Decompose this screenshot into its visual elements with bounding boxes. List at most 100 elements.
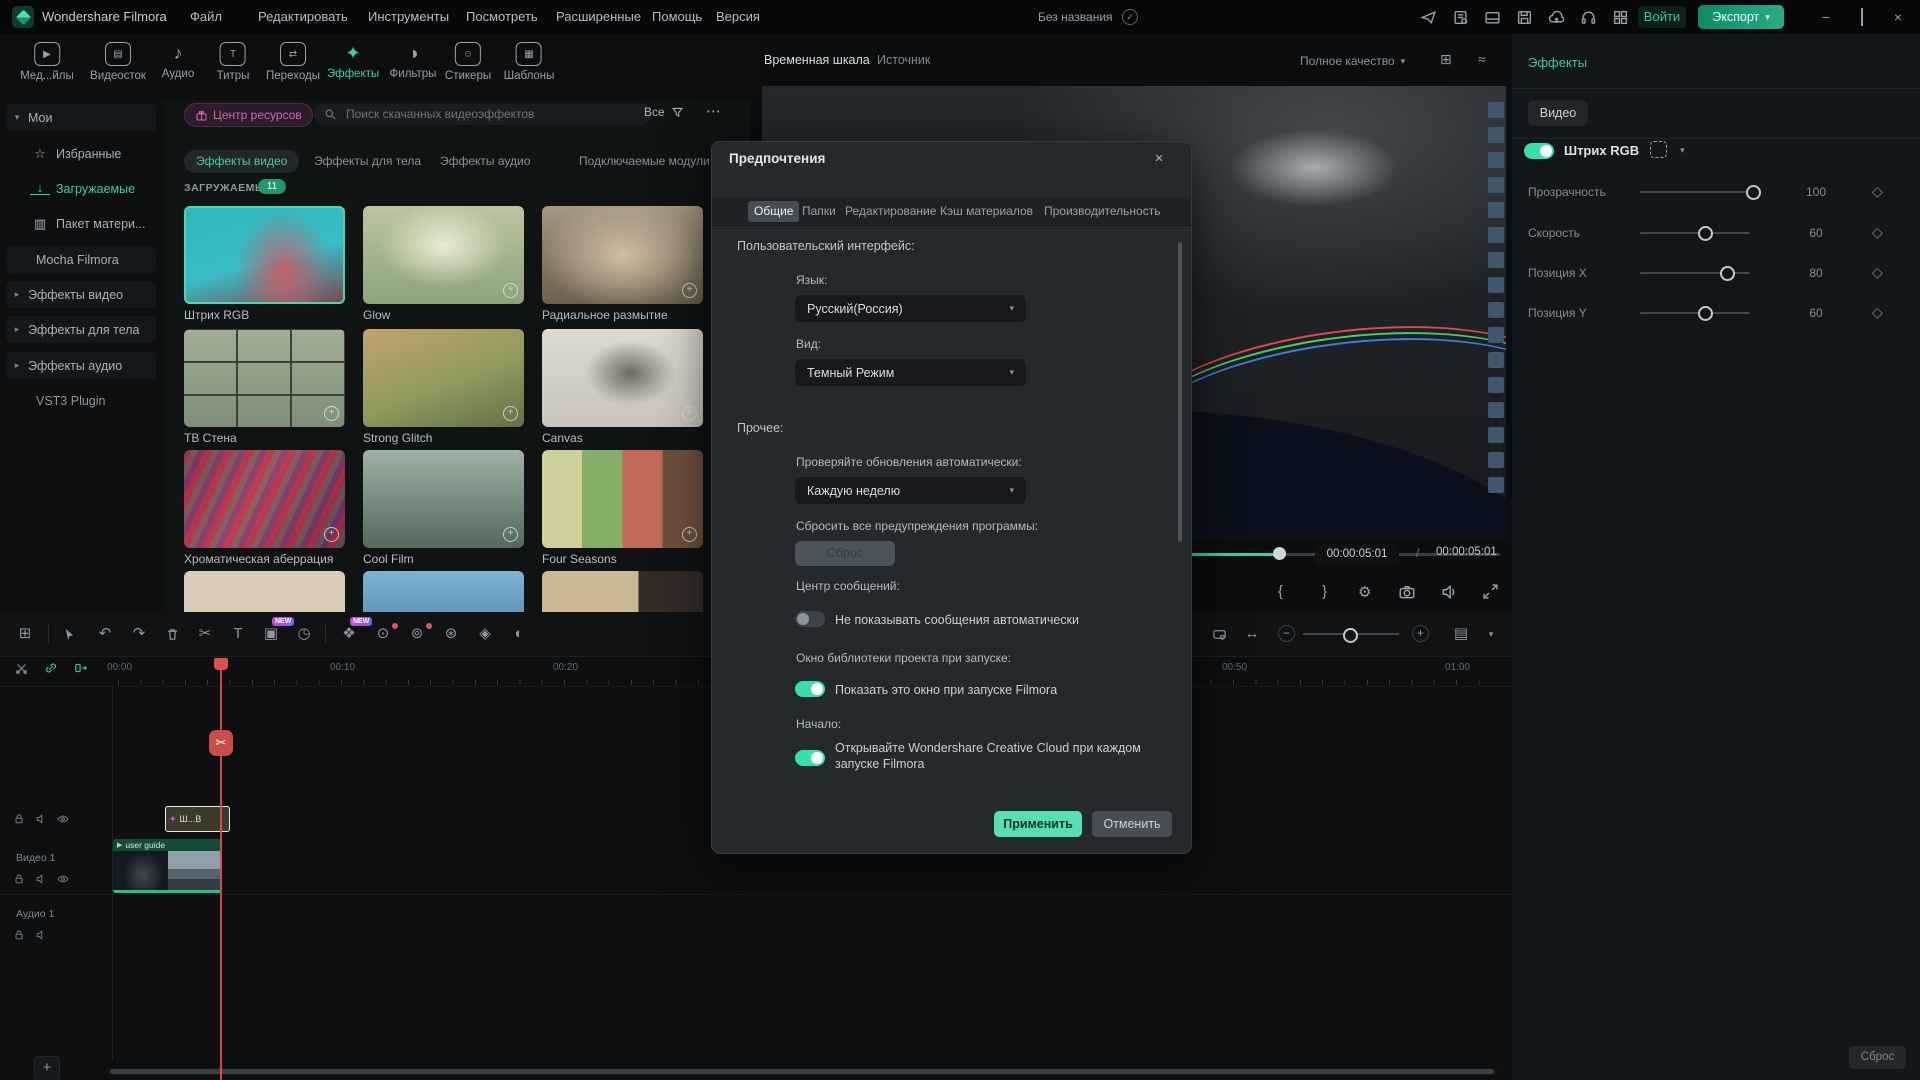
effect-thumb-radial-blur[interactable]: + xyxy=(542,206,703,304)
dialog-tab-performance[interactable]: Производительность xyxy=(1038,201,1166,222)
creative-cloud-toggle[interactable] xyxy=(795,750,825,766)
ai-audio-icon[interactable]: ⊙ xyxy=(374,625,392,643)
effect-thumb-partial[interactable] xyxy=(363,571,524,612)
download-plus-icon[interactable]: + xyxy=(503,527,518,542)
crop-icon[interactable]: ▣ xyxy=(262,625,280,643)
menu-tools[interactable]: Инструменты xyxy=(368,9,449,24)
playback-settings-icon[interactable]: ⚙ xyxy=(1358,583,1371,601)
save-icon[interactable] xyxy=(1515,8,1533,26)
export-button[interactable]: Экспорт ▾ xyxy=(1698,5,1784,29)
updates-select[interactable]: Каждую неделю ▾ xyxy=(795,477,1026,504)
dialog-close-icon[interactable]: × xyxy=(1149,149,1169,169)
playhead-handle[interactable] xyxy=(214,658,228,670)
layout-icon[interactable] xyxy=(1483,8,1501,26)
effect-thumb-strong-glitch[interactable]: + xyxy=(363,329,524,427)
redo-icon[interactable]: ↷ xyxy=(130,625,148,643)
track-mute-icon[interactable] xyxy=(34,928,48,942)
sidebar-item-my[interactable]: ▾Мои xyxy=(6,104,156,131)
opacity-slider[interactable] xyxy=(1640,191,1750,193)
position-x-slider[interactable] xyxy=(1640,272,1750,274)
caret-down-icon[interactable]: ▾ xyxy=(1680,145,1685,156)
keyframe-diamond-icon[interactable]: ◇ xyxy=(1872,264,1883,281)
track-lock-icon[interactable] xyxy=(12,928,26,942)
timecode-current[interactable]: 00:00:05:01 xyxy=(1315,544,1399,565)
cancel-button[interactable]: Отменить xyxy=(1092,811,1172,837)
auto-ripple-icon[interactable] xyxy=(74,661,88,675)
undo-icon[interactable]: ↶ xyxy=(96,625,114,643)
text-tool-icon[interactable]: T xyxy=(229,625,247,643)
mark-out-button[interactable]: } xyxy=(1322,583,1327,600)
link-clips-icon[interactable] xyxy=(44,661,58,675)
playhead-line[interactable] xyxy=(220,660,222,1080)
preview-render-box-icon[interactable] xyxy=(1210,625,1228,643)
zoom-in-icon[interactable]: + xyxy=(1412,625,1429,642)
dialog-tab-editing[interactable]: Редактирование xyxy=(839,201,942,222)
ai-video-icon[interactable]: ⊚ xyxy=(408,625,426,643)
snapshot-camera-icon[interactable] xyxy=(1398,583,1416,601)
compare-view-icon[interactable]: ⊞ xyxy=(1440,51,1452,68)
tab-titles[interactable]: TТитры xyxy=(217,42,250,82)
playback-progress-thumb[interactable] xyxy=(1273,547,1286,560)
video-tab[interactable]: Видео xyxy=(1528,100,1588,126)
preview-tab-source[interactable]: Источник xyxy=(877,53,930,67)
effect-thumb-four-seasons[interactable]: + xyxy=(542,450,703,548)
sidebar-item-material-pack[interactable]: ▥Пакет матери... xyxy=(6,210,156,237)
tab-media[interactable]: ▶Мед...йлы xyxy=(20,42,74,82)
apps-grid-icon[interactable] xyxy=(1611,8,1629,26)
keyframe-tool-icon[interactable]: ❖ xyxy=(340,625,358,643)
dialog-tab-cache[interactable]: Кэш материалов xyxy=(934,201,1039,222)
view-mode-select[interactable]: Темный Режим ▾ xyxy=(795,359,1026,386)
dialog-tab-general[interactable]: Общие xyxy=(748,201,799,222)
resource-center-button[interactable]: Центр ресурсов xyxy=(184,103,313,127)
browser-tab-audio-effects[interactable]: Эффекты аудио xyxy=(428,150,542,173)
tab-filters[interactable]: ◑Фильтры xyxy=(390,42,437,80)
keyframe-diamond-icon[interactable]: ◇ xyxy=(1872,183,1883,200)
selection-region-icon[interactable] xyxy=(1650,141,1667,158)
translate-icon[interactable]: ◈ xyxy=(476,625,494,643)
sidebar-item-mocha[interactable]: Mocha Filmora xyxy=(6,246,156,273)
split-scissors-icon[interactable]: ✂ xyxy=(196,625,214,643)
select-cursor-icon[interactable] xyxy=(60,625,78,643)
download-plus-icon[interactable]: + xyxy=(503,406,518,421)
effect-enable-toggle[interactable] xyxy=(1524,143,1554,159)
download-plus-icon[interactable]: + xyxy=(682,406,697,421)
quick-split-scissors[interactable]: ✂ xyxy=(209,730,233,756)
panel-reset-button[interactable]: Сброс xyxy=(1849,1046,1906,1069)
reset-warnings-button[interactable]: Сброс xyxy=(795,541,895,566)
speed-slider[interactable] xyxy=(1640,232,1750,234)
apply-button[interactable]: Применить xyxy=(994,811,1082,837)
detach-icon[interactable] xyxy=(14,661,28,675)
browser-tab-plugins[interactable]: Подключаемые модули xyxy=(567,150,722,173)
quality-dropdown[interactable]: Полное качество ▾ xyxy=(1300,54,1405,68)
track-mute-icon[interactable] xyxy=(34,872,48,886)
more-options-button[interactable]: ⋯ xyxy=(706,102,721,120)
sidebar-item-audio-effects[interactable]: ▸Эффекты аудио xyxy=(6,352,156,379)
volume-speaker-icon[interactable] xyxy=(1440,583,1458,601)
download-plus-icon[interactable]: + xyxy=(324,406,339,421)
restore-button[interactable] xyxy=(1852,7,1872,27)
effect-thumb-glow[interactable]: + xyxy=(363,206,524,304)
tab-templates[interactable]: ▦Шаблоны xyxy=(504,42,555,82)
search-input[interactable] xyxy=(344,106,608,122)
login-button[interactable]: Войти xyxy=(1638,6,1686,28)
scopes-icon[interactable]: ≈ xyxy=(1478,51,1486,67)
track-lock-icon[interactable] xyxy=(12,872,26,886)
messages-toggle[interactable] xyxy=(795,611,825,627)
close-button[interactable]: × xyxy=(1888,7,1908,27)
effect-thumb-chromatic-aberration[interactable]: + xyxy=(184,450,345,548)
browser-tab-video-effects[interactable]: Эффекты видео xyxy=(184,150,299,173)
support-headset-icon[interactable] xyxy=(1579,8,1597,26)
menu-version[interactable]: Версия xyxy=(716,9,760,24)
cloud-upload-icon[interactable] xyxy=(1547,8,1565,26)
tab-effects[interactable]: ✦Эффекты xyxy=(327,42,379,80)
tab-stock[interactable]: ▤Видеосток xyxy=(90,42,146,82)
caret-down-icon[interactable]: ▾ xyxy=(1482,625,1500,643)
track-hide-icon[interactable] xyxy=(56,872,70,886)
add-track-button[interactable]: + xyxy=(34,1056,60,1080)
timeline-hscrollbar[interactable] xyxy=(108,1068,1498,1075)
preview-tab-timeline[interactable]: Временная шкала xyxy=(764,53,870,67)
dialog-scrollbar[interactable] xyxy=(1178,242,1182,542)
menu-advanced[interactable]: Расширенные xyxy=(556,9,641,24)
effect-thumb-canvas[interactable]: + xyxy=(542,329,703,427)
tab-transitions[interactable]: ⇄Переходы xyxy=(266,42,320,82)
